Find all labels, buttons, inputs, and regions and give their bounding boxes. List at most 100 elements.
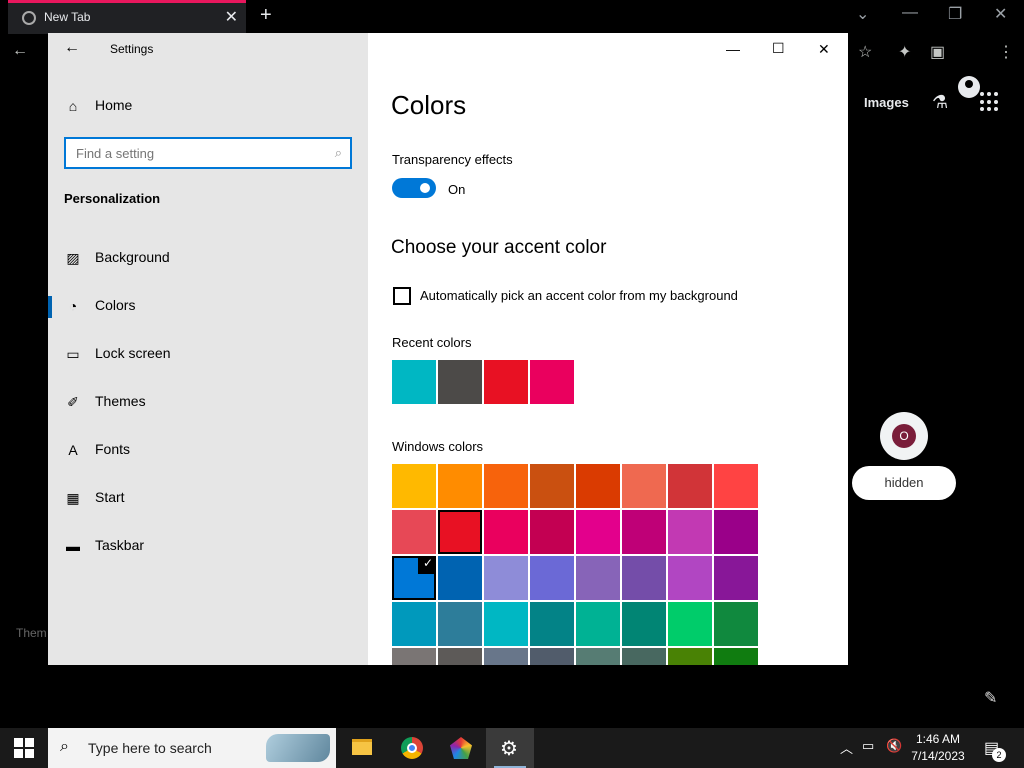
window-maximize-icon[interactable]: ☐: [772, 40, 785, 57]
sidebar-item-themes[interactable]: ✐ Themes: [48, 382, 368, 422]
windows-color-swatch[interactable]: [484, 510, 528, 554]
windows-color-swatch[interactable]: [392, 602, 436, 646]
extensions-puzzle-icon[interactable]: ✦: [898, 42, 911, 62]
windows-start-icon[interactable]: [14, 738, 34, 758]
windows-color-swatch[interactable]: ✓: [392, 556, 436, 600]
windows-color-swatch[interactable]: [530, 648, 574, 665]
bookmark-star-icon[interactable]: ☆: [858, 42, 872, 62]
footer-text: Them: [16, 626, 47, 640]
app-taskbar-button[interactable]: [437, 728, 485, 768]
windows-color-swatch[interactable]: [576, 556, 620, 600]
gear-icon: ⚙: [500, 738, 518, 760]
shortcut-tile[interactable]: O: [880, 412, 928, 460]
back-arrow-icon[interactable]: ←: [12, 42, 28, 60]
windows-color-swatch[interactable]: [576, 602, 620, 646]
windows-color-swatch[interactable]: [530, 510, 574, 554]
recent-color-swatch[interactable]: [392, 360, 436, 404]
show-hidden-icons-chevron-icon[interactable]: ︿: [840, 738, 853, 757]
windows-color-swatch[interactable]: [530, 602, 574, 646]
windows-color-swatch[interactable]: [438, 510, 482, 554]
browser-minimize-icon[interactable]: —: [902, 4, 918, 22]
windows-color-swatch[interactable]: [668, 510, 712, 554]
transparency-toggle[interactable]: [392, 178, 436, 198]
profile-avatar-icon[interactable]: [958, 76, 980, 98]
side-panel-icon[interactable]: ▣: [930, 42, 945, 62]
windows-color-swatch[interactable]: [484, 464, 528, 508]
sidebar-item-lock-screen[interactable]: ▭ Lock screen: [48, 334, 368, 374]
taskbar-search-box[interactable]: ⌕ Type here to search: [48, 728, 336, 768]
auto-accent-checkbox[interactable]: [393, 287, 411, 305]
windows-color-swatch[interactable]: [622, 648, 666, 665]
recent-color-swatch[interactable]: [438, 360, 482, 404]
labs-flask-icon[interactable]: ⚗: [932, 92, 948, 113]
windows-color-swatch[interactable]: [622, 556, 666, 600]
browser-close-icon[interactable]: ✕: [994, 4, 1007, 24]
windows-color-swatch[interactable]: [714, 510, 758, 554]
windows-color-swatch[interactable]: [622, 464, 666, 508]
windows-color-swatch[interactable]: [714, 648, 758, 665]
windows-color-swatch[interactable]: [530, 464, 574, 508]
windows-color-swatch[interactable]: [622, 510, 666, 554]
settings-window: ← Settings ⌂ Home ⌕ Personalization ▨ Ba…: [48, 33, 848, 665]
network-icon[interactable]: ▭: [862, 738, 874, 754]
settings-search-box[interactable]: ⌕: [64, 137, 352, 169]
sidebar-item-fonts[interactable]: A Fonts: [48, 430, 368, 470]
windows-taskbar: ⌕ Type here to search ⚙ ︿ ▭ 🔇 1:46 AM 7/…: [0, 728, 1024, 768]
windows-color-swatch[interactable]: [530, 556, 574, 600]
shortcut-label[interactable]: hidden: [852, 466, 956, 500]
taskbar-clock[interactable]: 1:46 AM 7/14/2023: [906, 731, 970, 765]
windows-color-swatch[interactable]: [438, 464, 482, 508]
windows-color-swatch[interactable]: [484, 556, 528, 600]
sidebar-item-start[interactable]: ▦ Start: [48, 478, 368, 518]
sidebar-item-colors[interactable]: ◔ Colors: [48, 286, 368, 326]
settings-taskbar-button[interactable]: ⚙: [486, 728, 534, 768]
windows-color-swatch[interactable]: [714, 556, 758, 600]
sidebar-item-background[interactable]: ▨ Background: [48, 238, 368, 278]
window-minimize-icon[interactable]: —: [726, 41, 740, 57]
apps-grid-icon[interactable]: [980, 92, 1000, 112]
windows-color-swatch[interactable]: [668, 602, 712, 646]
windows-color-swatch[interactable]: [576, 648, 620, 665]
back-arrow-icon[interactable]: ←: [64, 39, 80, 57]
auto-accent-label[interactable]: Automatically pick an accent color from …: [420, 288, 738, 303]
customize-pencil-icon[interactable]: ✎: [984, 688, 997, 708]
windows-color-swatch[interactable]: [668, 648, 712, 665]
windows-color-swatch[interactable]: [438, 556, 482, 600]
search-icon: ⌕: [60, 738, 69, 755]
recent-color-swatch[interactable]: [484, 360, 528, 404]
browser-tab[interactable]: New Tab ✕: [8, 0, 246, 34]
windows-color-swatch[interactable]: [484, 602, 528, 646]
images-link[interactable]: Images: [864, 95, 909, 110]
file-explorer-button[interactable]: [338, 728, 386, 768]
windows-color-swatch[interactable]: [622, 602, 666, 646]
browser-restore-icon[interactable]: ❐: [948, 4, 962, 24]
volume-muted-icon[interactable]: 🔇: [886, 738, 902, 754]
windows-color-swatch[interactable]: [576, 510, 620, 554]
windows-color-swatch[interactable]: [714, 464, 758, 508]
windows-color-swatch[interactable]: [484, 648, 528, 665]
search-input[interactable]: [66, 139, 316, 167]
checkmark-icon: ✓: [422, 556, 433, 570]
windows-color-swatch[interactable]: [668, 556, 712, 600]
windows-color-swatch[interactable]: [392, 464, 436, 508]
tab-close-icon[interactable]: ✕: [225, 7, 238, 27]
clock-date: 7/14/2023: [911, 749, 965, 763]
windows-color-swatch[interactable]: [668, 464, 712, 508]
chrome-taskbar-button[interactable]: [388, 728, 436, 768]
sidebar-item-taskbar[interactable]: ▬ Taskbar: [48, 526, 368, 566]
windows-color-swatch[interactable]: [714, 602, 758, 646]
recent-colors-label: Recent colors: [392, 335, 472, 350]
new-tab-button[interactable]: +: [260, 4, 272, 27]
recent-color-swatch[interactable]: [530, 360, 574, 404]
windows-color-swatch[interactable]: [576, 464, 620, 508]
window-close-icon[interactable]: ✕: [818, 41, 830, 58]
tab-search-chevron-icon[interactable]: ⌄: [856, 4, 869, 24]
recent-colors-row: [392, 360, 574, 404]
nav-home[interactable]: ⌂ Home: [48, 86, 368, 126]
windows-color-swatch[interactable]: [438, 602, 482, 646]
windows-colors-label: Windows colors: [392, 439, 484, 454]
windows-color-swatch[interactable]: [392, 510, 436, 554]
windows-color-swatch[interactable]: [392, 648, 436, 665]
windows-color-swatch[interactable]: [438, 648, 482, 665]
menu-kebab-icon[interactable]: ⋮: [998, 42, 1014, 62]
